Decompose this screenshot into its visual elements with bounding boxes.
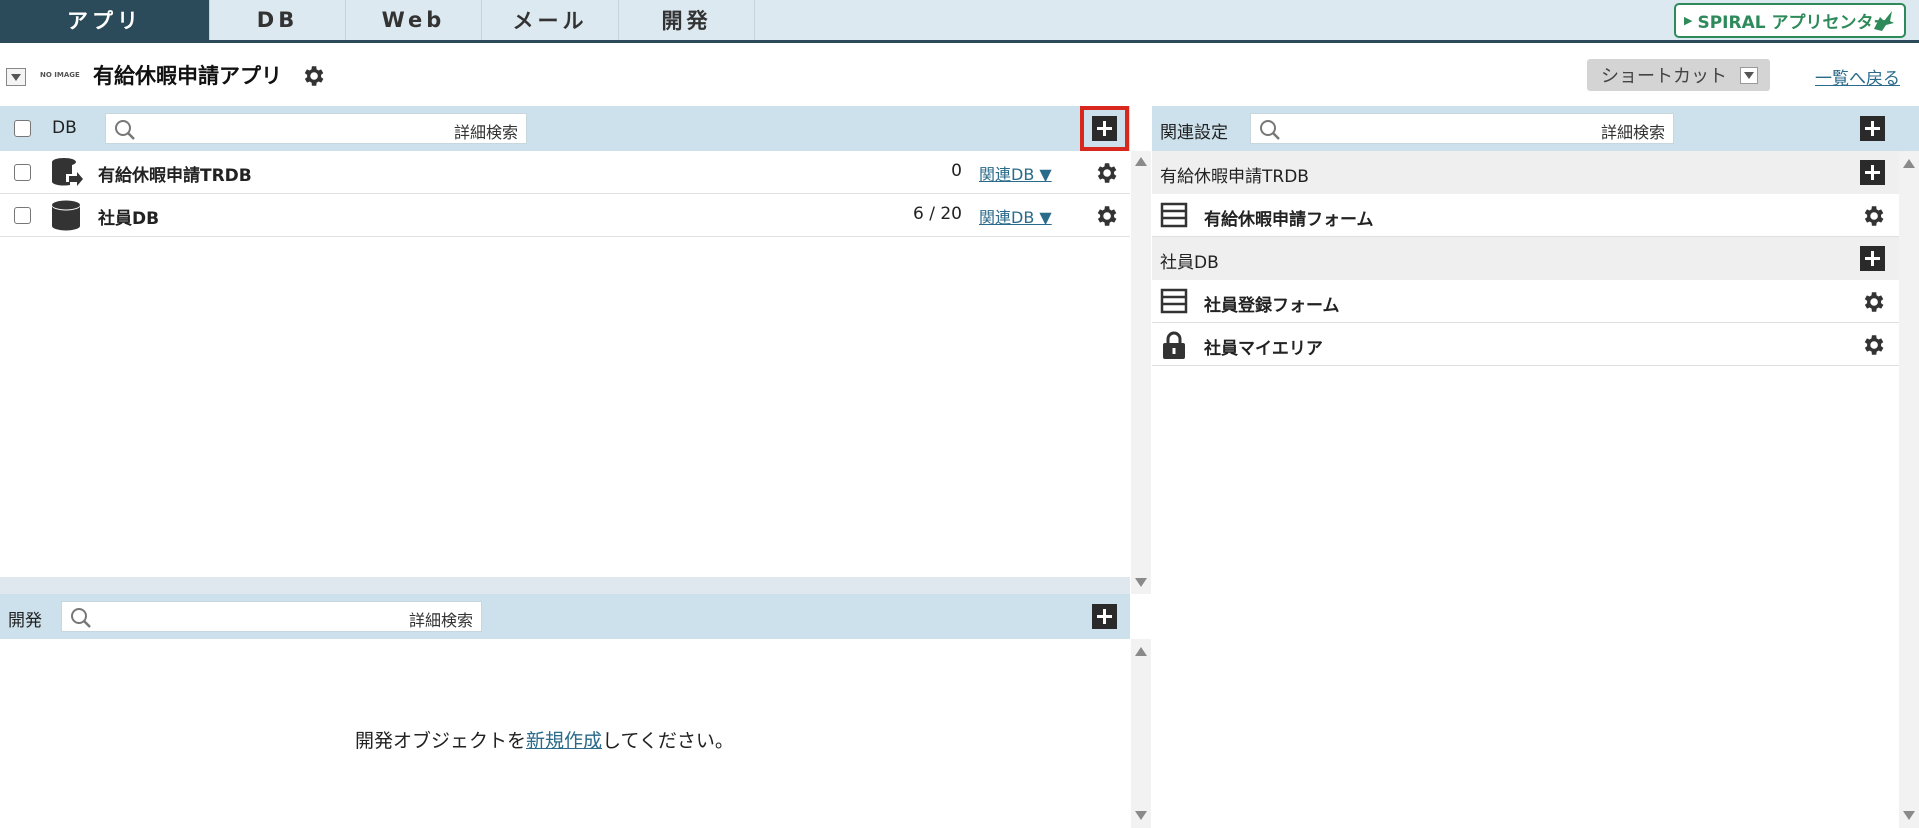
db-panel-scrollbar[interactable]: [1131, 151, 1151, 594]
spiral-app-center-button[interactable]: ▶ SPIRAL アプリセンター: [1674, 3, 1906, 38]
tab-web[interactable]: Web: [346, 0, 482, 40]
related-group-name: 社員DB: [1160, 253, 1219, 273]
back-to-list-link[interactable]: 一覧へ戻る: [1815, 64, 1900, 89]
app-settings-gear-icon[interactable]: [300, 63, 326, 94]
chevron-down-icon: [11, 73, 21, 81]
related-panel-scrollbar[interactable]: [1899, 151, 1919, 828]
form-icon: [1160, 201, 1188, 234]
related-settings-header: 関連設定 詳細検索: [1152, 106, 1919, 151]
panel-resize-divider[interactable]: [0, 577, 1130, 594]
db-panel-header: DB 詳細検索: [0, 106, 1130, 151]
app-title: 有給休暇申請アプリ: [93, 64, 282, 88]
add-to-group-button[interactable]: [1860, 246, 1885, 271]
related-db-dropdown[interactable]: 関連DB ▼: [979, 161, 1052, 185]
db-record-count: 0: [951, 161, 962, 181]
item-settings-gear-icon[interactable]: [1860, 203, 1886, 234]
app-header: NO IMAGE 有給休暇申請アプリ ショートカット 一覧へ戻る: [0, 46, 1919, 106]
dev-empty-suffix: してください。: [602, 730, 734, 752]
scroll-down-arrow-icon[interactable]: [1903, 811, 1915, 820]
select-all-db-checkbox[interactable]: [14, 120, 31, 137]
db-advanced-search-link[interactable]: 詳細検索: [454, 119, 518, 143]
bird-logo-icon: [1870, 9, 1896, 38]
scroll-up-arrow-icon[interactable]: [1135, 157, 1147, 166]
related-settings-label: 関連設定: [1160, 123, 1228, 143]
dev-advanced-search-link[interactable]: 詳細検索: [409, 607, 473, 631]
plus-icon: [1865, 251, 1880, 266]
dev-search-input[interactable]: 詳細検索: [61, 601, 482, 632]
add-dev-object-button[interactable]: [1092, 604, 1117, 629]
search-icon: [1259, 119, 1281, 146]
db-name[interactable]: 有給休暇申請TRDB: [98, 161, 252, 186]
form-icon: [1160, 287, 1188, 320]
db-record-count: 6 / 20: [913, 204, 962, 224]
db-row[interactable]: 社員DB 6 / 20 関連DB ▼: [0, 194, 1130, 237]
related-group-name: 有給休暇申請TRDB: [1160, 167, 1309, 187]
transaction-db-icon: [50, 156, 84, 195]
db-row-checkbox[interactable]: [14, 164, 31, 181]
db-panel-label: DB: [52, 118, 77, 138]
related-search-input[interactable]: 詳細検索: [1250, 113, 1674, 144]
spiral-app-center-label: SPIRAL アプリセンター: [1697, 13, 1891, 33]
scroll-up-arrow-icon[interactable]: [1903, 159, 1915, 168]
related-item-name[interactable]: 社員登録フォーム: [1204, 291, 1340, 316]
search-icon: [70, 607, 92, 634]
related-group: 社員DB: [1152, 237, 1899, 280]
related-item[interactable]: 社員マイエリア: [1152, 323, 1899, 366]
add-related-setting-button[interactable]: [1860, 116, 1885, 141]
add-to-group-button[interactable]: [1860, 160, 1885, 185]
play-icon: ▶: [1684, 14, 1693, 27]
related-db-dropdown[interactable]: 関連DB ▼: [979, 204, 1052, 228]
database-icon: [50, 199, 84, 238]
add-db-button-highlight: [1080, 106, 1129, 151]
db-row[interactable]: 有給休暇申請TRDB 0 関連DB ▼: [0, 151, 1130, 194]
tab-mail[interactable]: メール: [482, 0, 619, 40]
shortcut-label: ショートカット: [1601, 66, 1727, 87]
related-item-name[interactable]: 社員マイエリア: [1204, 334, 1323, 359]
db-row-checkbox[interactable]: [14, 207, 31, 224]
dev-panel-label: 開発: [8, 611, 42, 631]
db-settings-gear-icon[interactable]: [1093, 160, 1119, 191]
db-search-input[interactable]: 詳細検索: [105, 113, 527, 144]
plus-icon: [1865, 121, 1880, 136]
related-group: 有給休暇申請TRDB: [1152, 151, 1899, 194]
search-icon: [114, 119, 136, 146]
dev-panel-scrollbar[interactable]: [1131, 639, 1151, 828]
app-image-placeholder: NO IMAGE: [40, 71, 80, 79]
plus-icon: [1865, 165, 1880, 180]
top-navigation: アプリ DB Web メール 開発 ▶ SPIRAL アプリセンター: [0, 0, 1919, 43]
create-new-link[interactable]: 新規作成: [526, 730, 602, 752]
dev-empty-prefix: 開発オブジェクトを: [355, 730, 527, 752]
related-item[interactable]: 有給休暇申請フォーム: [1152, 194, 1899, 237]
scroll-down-arrow-icon[interactable]: [1135, 811, 1147, 820]
related-advanced-search-link[interactable]: 詳細検索: [1601, 119, 1665, 143]
scroll-up-arrow-icon[interactable]: [1135, 647, 1147, 656]
related-item-name[interactable]: 有給休暇申請フォーム: [1204, 205, 1374, 230]
plus-icon: [1097, 609, 1112, 624]
db-name[interactable]: 社員DB: [98, 204, 159, 229]
tab-development[interactable]: 開発: [619, 0, 755, 40]
related-item[interactable]: 社員登録フォーム: [1152, 280, 1899, 323]
lock-icon: [1160, 330, 1188, 365]
shortcut-dropdown[interactable]: ショートカット: [1587, 59, 1770, 91]
db-settings-gear-icon[interactable]: [1093, 203, 1119, 234]
chevron-down-icon: [1740, 67, 1758, 84]
tab-db[interactable]: DB: [210, 0, 346, 40]
scroll-down-arrow-icon[interactable]: [1135, 578, 1147, 587]
item-settings-gear-icon[interactable]: [1860, 332, 1886, 363]
dev-empty-message: 開発オブジェクトを新規作成してください。: [355, 726, 734, 753]
dev-panel-header: 開発 詳細検索: [0, 594, 1130, 639]
collapse-toggle-button[interactable]: [6, 68, 26, 86]
tab-app[interactable]: アプリ: [0, 0, 210, 40]
item-settings-gear-icon[interactable]: [1860, 289, 1886, 320]
